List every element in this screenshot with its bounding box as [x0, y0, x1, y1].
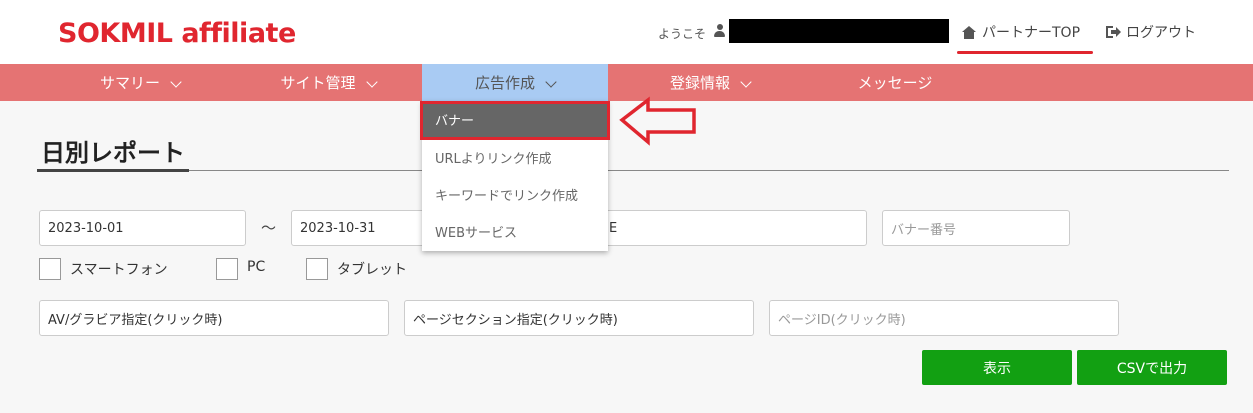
- csv-export-button[interactable]: CSVで出力: [1077, 350, 1227, 385]
- dropdown-item-url-link[interactable]: URLよりリンク作成: [422, 139, 608, 176]
- logout-link[interactable]: ログアウト: [1106, 22, 1196, 42]
- show-button[interactable]: 表示: [922, 350, 1072, 385]
- header: SOKMIL affiliate ようこそ パートナーTOP ログアウト: [0, 0, 1253, 64]
- title-underline: [37, 169, 189, 172]
- chevron-down-icon: [740, 75, 752, 88]
- logo[interactable]: SOKMIL affiliate: [58, 18, 296, 49]
- nav-item-label: 登録情報: [669, 74, 730, 92]
- page-id-input[interactable]: ページID(クリック時): [769, 300, 1119, 336]
- nav-item-messages[interactable]: メッセージ: [820, 64, 970, 101]
- nav-item-label: サマリー: [99, 74, 160, 92]
- nav-item-label: メッセージ: [857, 74, 933, 92]
- nav-item-label: 広告作成: [474, 74, 535, 92]
- partner-top-underline-annotation: [957, 51, 1093, 54]
- logout-label: ログアウト: [1126, 25, 1196, 41]
- banner-number-input[interactable]: バナー番号: [882, 210, 1070, 246]
- home-icon: [962, 25, 976, 39]
- dropdown-item-web-service[interactable]: WEBサービス: [422, 213, 608, 250]
- dropdown-item-keyword-link[interactable]: キーワードでリンク作成: [422, 176, 608, 213]
- av-gravure-select[interactable]: AV/グラビア指定(クリック時): [39, 300, 389, 336]
- filter-input[interactable]: E: [590, 210, 867, 246]
- arrow-left-icon: [619, 96, 696, 146]
- checkbox-tablet-label: タブレット: [337, 262, 407, 278]
- divider: [189, 170, 1229, 171]
- chevron-down-icon: [365, 75, 378, 88]
- date-to-input[interactable]: 2023-10-31: [291, 210, 431, 246]
- chevron-down-icon: [170, 75, 182, 88]
- nav-item-site-management[interactable]: サイト管理: [248, 64, 408, 101]
- page-section-select[interactable]: ページセクション指定(クリック時): [404, 300, 754, 336]
- checkbox-pc-label: PC: [247, 259, 266, 275]
- username-redacted: [729, 19, 949, 43]
- date-range-separator: ～: [261, 219, 277, 237]
- checkbox-pc[interactable]: [216, 258, 238, 280]
- logout-icon: [1106, 26, 1121, 38]
- partner-top-label: パートナーTOP: [982, 25, 1081, 41]
- checkbox-smartphone-label: スマートフォン: [70, 262, 168, 278]
- nav-item-label: サイト管理: [280, 74, 356, 92]
- highlight-annotation: [420, 101, 610, 140]
- partner-top-link[interactable]: パートナーTOP: [962, 22, 1080, 42]
- checkbox-smartphone[interactable]: [39, 258, 61, 280]
- page-title: 日別レポート: [41, 139, 185, 167]
- welcome-text: ようこそ: [658, 27, 707, 41]
- user-icon: [714, 24, 725, 37]
- date-from-input[interactable]: 2023-10-01: [39, 210, 246, 246]
- chevron-down-icon: [545, 75, 557, 88]
- nav-item-ad-creation[interactable]: 広告作成: [422, 64, 608, 101]
- checkbox-tablet[interactable]: [306, 258, 328, 280]
- nav-item-summary[interactable]: サマリー: [60, 64, 220, 101]
